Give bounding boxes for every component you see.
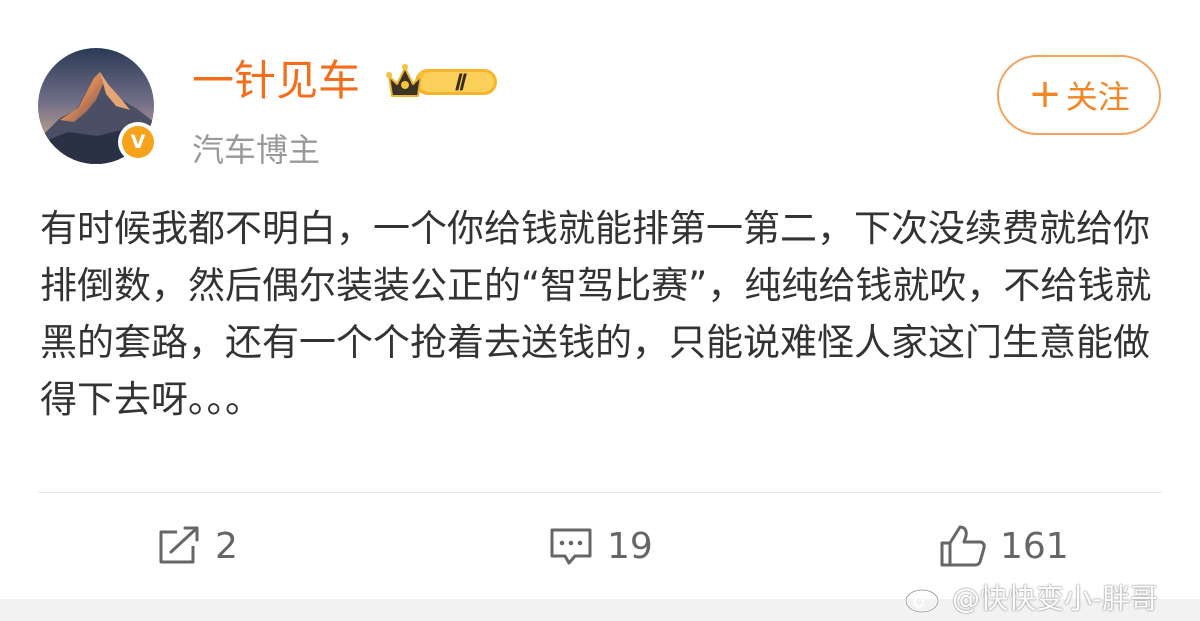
verified-v-icon: V: [122, 126, 154, 158]
watermark: @快快变小-胖哥: [904, 576, 1158, 618]
follow-label: 关注: [1065, 78, 1130, 116]
comment-count: 19: [607, 525, 653, 567]
verified-badge: V: [118, 122, 158, 162]
comment-icon: [550, 528, 592, 565]
weibo-logo-icon: [904, 582, 946, 614]
level-badge: Ⅱ: [385, 60, 500, 102]
follow-button[interactable]: + 关注: [997, 55, 1161, 135]
repost-icon: [159, 526, 199, 564]
post-text: 有时候我都不明白，一个你给钱就能排第一第二，下次没续费就给你排倒数，然后偶尔装装…: [40, 207, 1152, 421]
watermark-text: @快快变小-胖哥: [952, 582, 1159, 615]
divider: [38, 492, 1162, 493]
like-count: 161: [1000, 525, 1069, 567]
comment-button[interactable]: 19: [547, 518, 653, 574]
thumbs-up-icon: [940, 525, 986, 567]
user-description: 汽车博主: [192, 131, 321, 169]
username[interactable]: 一针见车: [192, 56, 360, 106]
plus-icon: +: [1028, 70, 1062, 117]
like-button[interactable]: 161: [938, 518, 1069, 574]
crown-icon: Ⅱ: [386, 64, 497, 97]
repost-count: 2: [215, 525, 238, 567]
repost-button[interactable]: 2: [155, 518, 238, 574]
